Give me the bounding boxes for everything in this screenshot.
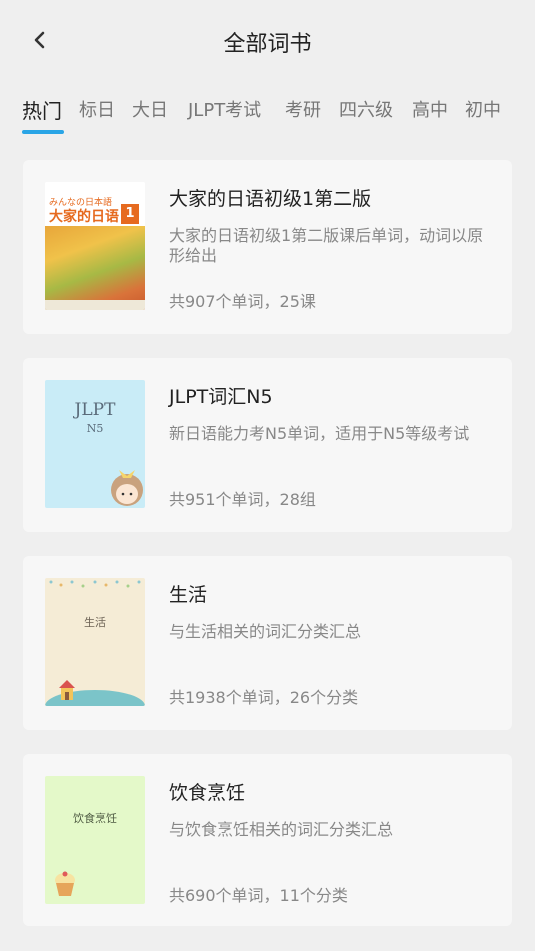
book-description: 与生活相关的词汇分类汇总 bbox=[169, 622, 362, 641]
cover-title: JLPT bbox=[74, 400, 116, 420]
book-meta: 共951个单词，28组 bbox=[169, 490, 316, 509]
tab-dari[interactable]: 大日 bbox=[132, 96, 168, 122]
cover-main-title: 大家的日语 bbox=[49, 209, 119, 225]
book-cover: 生活 bbox=[45, 578, 145, 706]
girl-illustration-icon bbox=[111, 470, 143, 506]
house-icon bbox=[59, 680, 75, 700]
cover-subtitle: N5 bbox=[86, 422, 104, 435]
book-card-jlpt-n5[interactable]: JLPT N5 JLPT词汇N5 新日语能力考N5单词，适用于N5等级考试 共9… bbox=[23, 358, 512, 532]
tab-indicator bbox=[22, 130, 64, 134]
header: 全部词书 bbox=[0, 0, 535, 84]
tab-hot[interactable]: 热门 bbox=[22, 95, 62, 124]
book-title: JLPT词汇N5 bbox=[169, 386, 273, 408]
cover-illustration bbox=[45, 226, 145, 310]
book-card-life[interactable]: 生活 生活 与生活相关的词汇分类汇总 共1938个单词，26个分类 bbox=[23, 556, 512, 730]
tab-biaori[interactable]: 标日 bbox=[79, 96, 115, 122]
tab-cet[interactable]: 四六级 bbox=[339, 96, 393, 122]
cover-volume-badge: 1 bbox=[121, 204, 139, 224]
category-tabs: 热门 标日 大日 JLPT考试 考研 四六级 高中 初中 bbox=[0, 92, 535, 138]
book-description: 新日语能力考N5单词，适用于N5等级考试 bbox=[169, 424, 470, 443]
cover-title: 饮食烹饪 bbox=[73, 812, 117, 825]
tab-middle-school[interactable]: 初中 bbox=[465, 96, 501, 122]
book-title: 饮食烹饪 bbox=[169, 782, 246, 804]
book-meta: 共690个单词，11个分类 bbox=[169, 886, 348, 905]
tab-kaoyan[interactable]: 考研 bbox=[285, 96, 321, 122]
book-cover: 饮食烹饪 bbox=[45, 776, 145, 904]
book-title: 大家的日语初级1第二版 bbox=[169, 188, 372, 210]
page-title: 全部词书 bbox=[223, 32, 312, 57]
tab-jlpt[interactable]: JLPT考试 bbox=[188, 96, 261, 122]
book-cover: JLPT N5 bbox=[45, 380, 145, 508]
book-meta: 共907个单词，25课 bbox=[169, 292, 316, 311]
dots-decoration-icon bbox=[49, 580, 141, 588]
cover-title: 生活 bbox=[84, 616, 106, 629]
cupcake-icon bbox=[55, 871, 75, 896]
book-title: 生活 bbox=[169, 584, 208, 606]
book-meta: 共1938个单词，26个分类 bbox=[169, 688, 359, 707]
book-description: 与饮食烹饪相关的词汇分类汇总 bbox=[169, 820, 394, 839]
book-cover: みんなの日本語 大家的日语 1 bbox=[45, 182, 145, 310]
book-card-minna[interactable]: みんなの日本語 大家的日语 1 大家的日语初级1第二版 大家的日语初级1第二版课… bbox=[23, 160, 512, 334]
tab-high-school[interactable]: 高中 bbox=[412, 96, 448, 122]
book-card-cooking[interactable]: 饮食烹饪 饮食烹饪 与饮食烹饪相关的词汇分类汇总 共690个单词，11个分类 bbox=[23, 754, 512, 926]
book-description: 大家的日语初级1第二版课后单词，动词以原形给出 bbox=[169, 226, 484, 265]
page: 全部词书 热门 标日 大日 JLPT考试 考研 四六级 高中 初中 みんなの日本… bbox=[0, 0, 535, 951]
